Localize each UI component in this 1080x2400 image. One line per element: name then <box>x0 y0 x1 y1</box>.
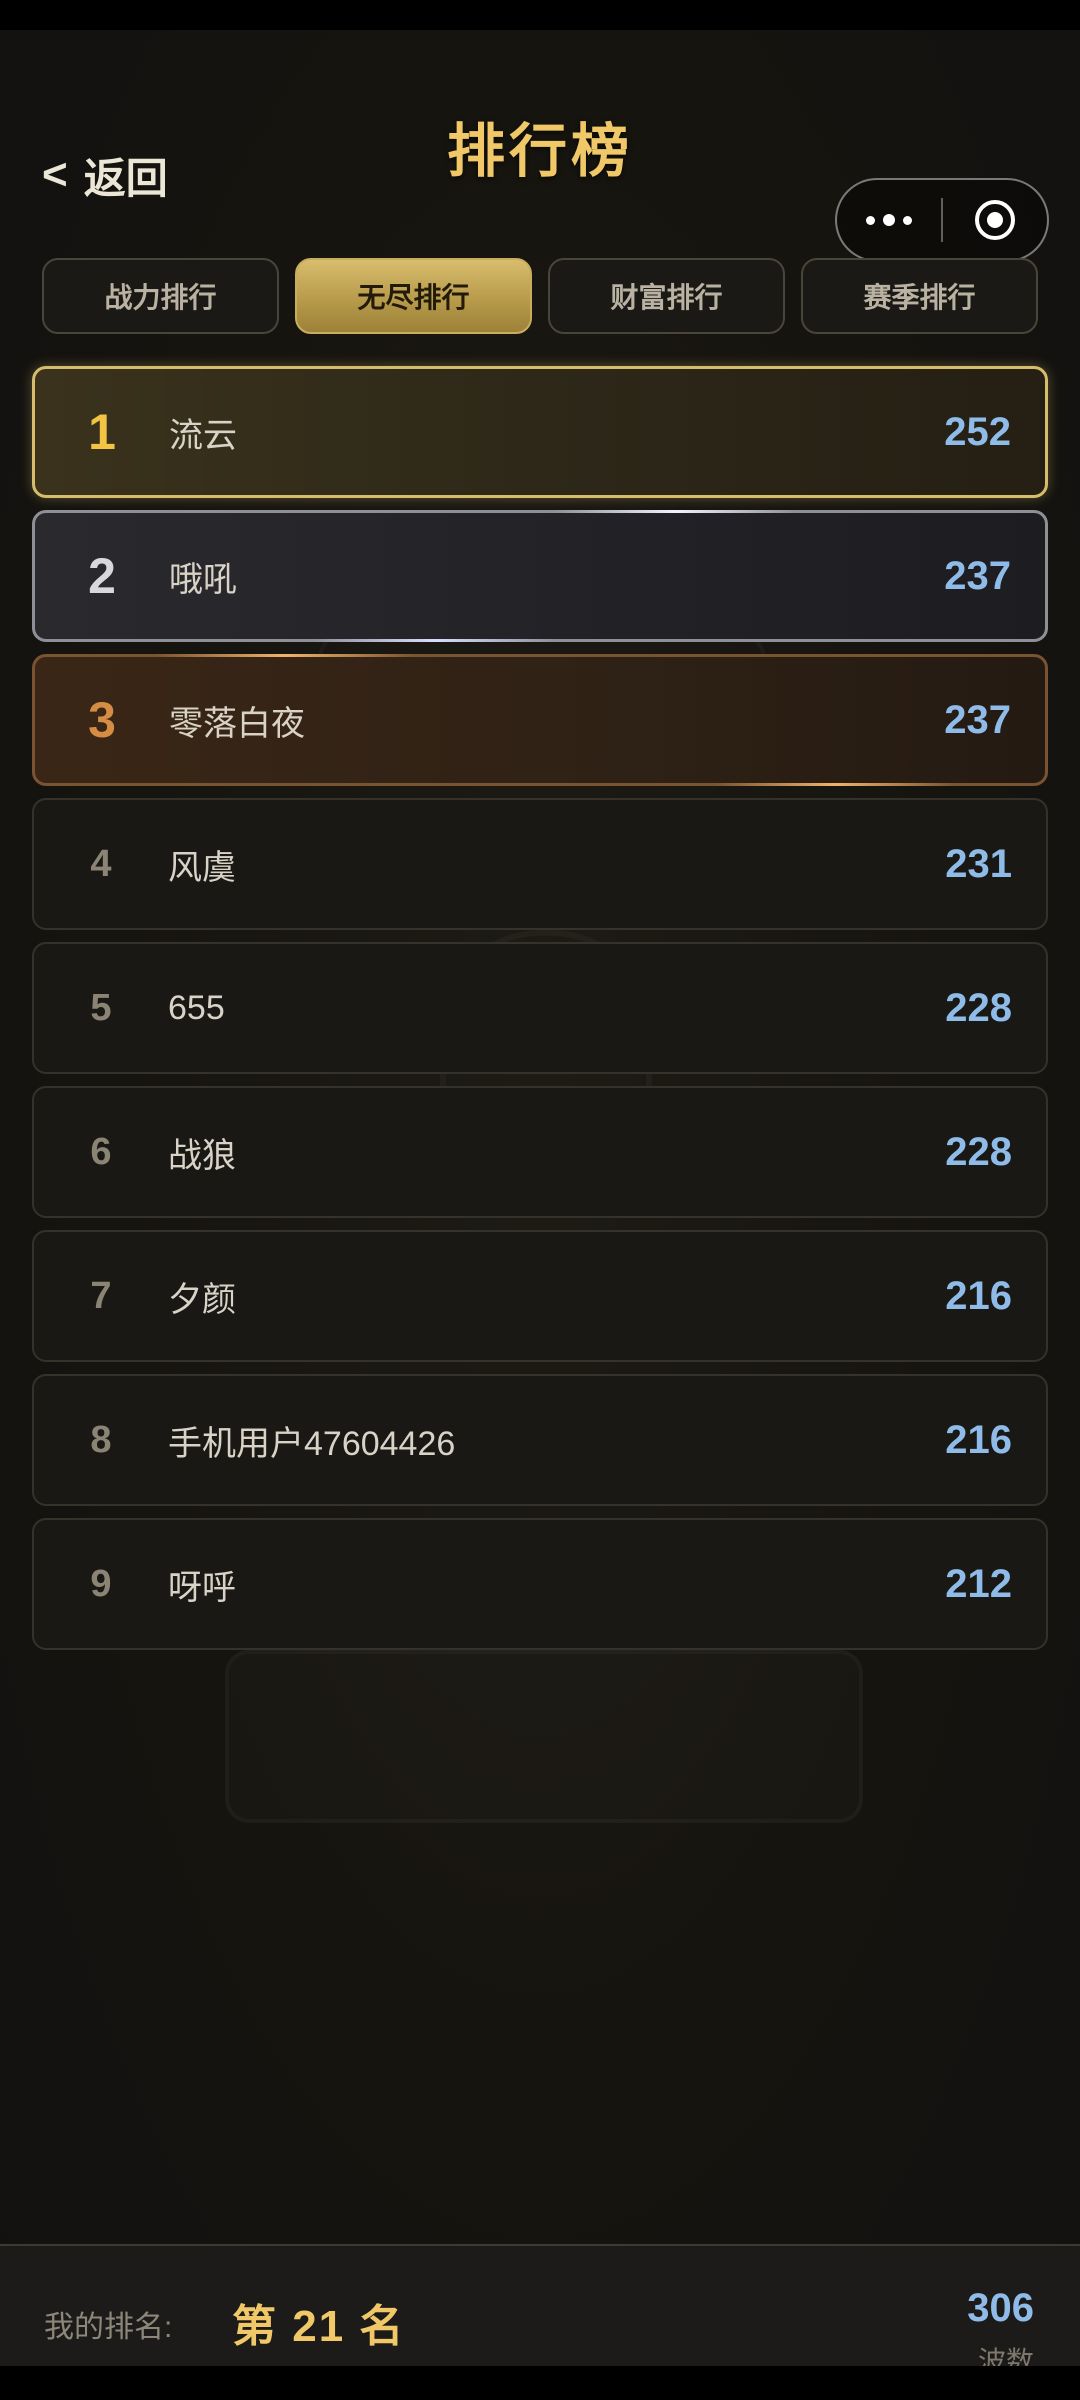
ranking-row[interactable]: 9 呀呼 212 <box>32 1518 1048 1650</box>
rank-number: 4 <box>90 842 112 885</box>
highlight-shine <box>155 654 415 657</box>
tab-combat-power[interactable]: 战力排行 <box>42 258 279 334</box>
my-rank-value: 第 21 名 <box>232 2302 406 2351</box>
tab-endless[interactable]: 无尽排行 <box>295 258 532 334</box>
player-name: 战狼 <box>168 1136 236 1175</box>
system-nav-area <box>0 2366 1080 2400</box>
rank-number: 1 <box>88 404 116 460</box>
player-score: 237 <box>944 697 1011 742</box>
player-score: 237 <box>944 553 1011 598</box>
ranking-row[interactable]: 3 零落白夜 237 <box>32 654 1048 786</box>
player-name: 零落白夜 <box>169 704 305 743</box>
player-name: 哦吼 <box>169 560 237 599</box>
player-name: 风虞 <box>168 848 236 887</box>
player-name: 655 <box>168 988 225 1027</box>
ranking-row[interactable]: 6 战狼 228 <box>32 1086 1048 1218</box>
rank-number: 9 <box>90 1562 112 1605</box>
player-name: 夕颜 <box>168 1280 236 1319</box>
player-score: 252 <box>944 409 1011 454</box>
more-button[interactable] <box>837 180 941 260</box>
highlight-shine <box>555 510 795 513</box>
player-score: 231 <box>945 841 1012 886</box>
background-decoration <box>225 1650 863 1823</box>
my-rank-label: 我的排名: <box>44 2311 173 2344</box>
my-rank-bar: 我的排名: 第 21 名 306 波数 <box>0 2244 1080 2366</box>
rank-number: 7 <box>90 1274 112 1317</box>
score-unit: 波数 <box>977 2346 1034 2366</box>
tab-season[interactable]: 赛季排行 <box>801 258 1038 334</box>
player-name: 呀呼 <box>168 1568 236 1607</box>
rank-number: 2 <box>88 548 116 604</box>
player-score: 228 <box>945 985 1012 1030</box>
highlight-shine <box>315 639 555 642</box>
ranking-row[interactable]: 2 哦吼 237 <box>32 510 1048 642</box>
more-dots-icon <box>866 214 912 226</box>
tab-wealth[interactable]: 财富排行 <box>548 258 785 334</box>
ranking-row[interactable]: 8 手机用户47604426 216 <box>32 1374 1048 1506</box>
ranking-row[interactable]: 1 流云 252 <box>32 366 1048 498</box>
page-title: 排行榜 <box>446 119 633 184</box>
ranking-row[interactable]: 7 夕颜 216 <box>32 1230 1048 1362</box>
player-name: 流云 <box>169 416 237 455</box>
miniprogram-capsule <box>835 178 1049 262</box>
rank-number: 3 <box>88 692 116 748</box>
player-score: 228 <box>945 1129 1012 1174</box>
highlight-shine <box>715 783 955 786</box>
rank-number: 6 <box>90 1130 112 1173</box>
player-name: 手机用户47604426 <box>168 1424 456 1463</box>
leaderboard-screen: < 返回 排行榜 战力排行 无尽排行 财富排行 赛季排行 1 流云 252 2 … <box>0 30 1080 2366</box>
player-score: 216 <box>945 1273 1012 1318</box>
close-miniprogram-button[interactable] <box>943 180 1047 260</box>
ranking-list: 1 流云 252 2 哦吼 237 3 零落白夜 237 4 风虞 231 5 … <box>32 366 1048 1662</box>
ranking-row[interactable]: 5 655 228 <box>32 942 1048 1074</box>
my-score: 306 <box>967 2286 1034 2330</box>
rank-number: 5 <box>90 986 112 1029</box>
ranking-row[interactable]: 4 风虞 231 <box>32 798 1048 930</box>
rank-number: 8 <box>90 1418 112 1461</box>
player-score: 212 <box>945 1561 1012 1606</box>
player-score: 216 <box>945 1417 1012 1462</box>
target-circle-icon <box>975 200 1015 240</box>
ranking-tabs: 战力排行 无尽排行 财富排行 赛季排行 <box>42 258 1038 334</box>
